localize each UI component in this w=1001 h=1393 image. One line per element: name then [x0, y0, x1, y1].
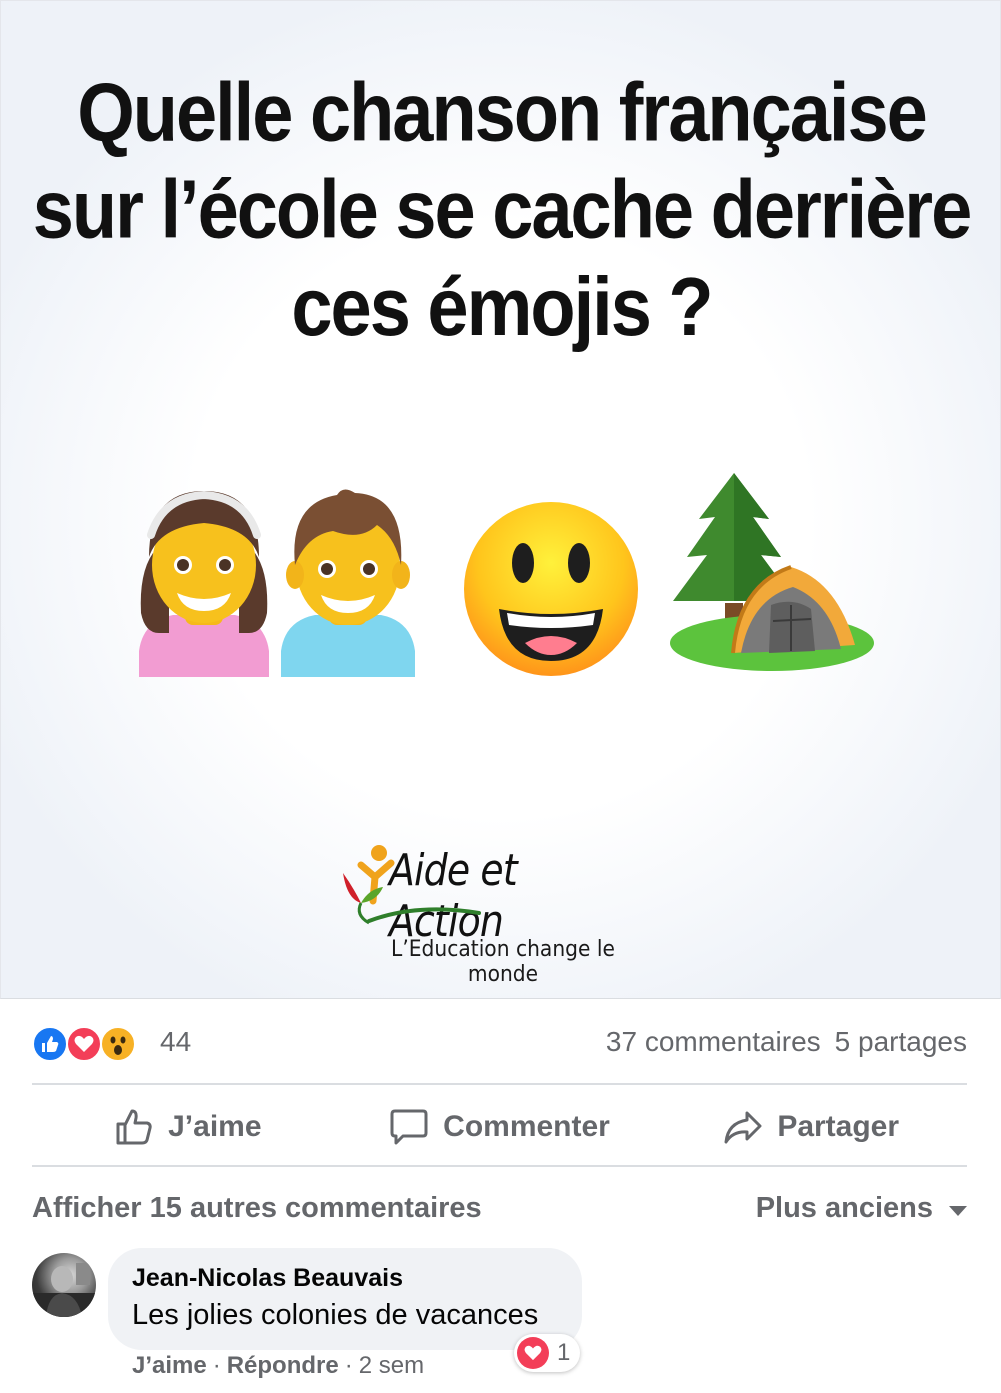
love-reaction-icon — [517, 1337, 549, 1369]
thumbs-up-icon — [116, 1109, 152, 1145]
avatar-photo — [32, 1263, 96, 1317]
comment-actions: J’aime · Répondre · 2 sem — [132, 1352, 424, 1380]
divider-bottom — [32, 1165, 967, 1167]
post-action-bar: J’aime Commenter Partager — [32, 1088, 967, 1166]
comment-timestamp[interactable]: 2 sem — [359, 1352, 424, 1379]
caret-down-icon — [949, 1205, 967, 1216]
logo-swoosh-icon — [367, 907, 481, 923]
quiz-title-line-2: sur l’école se cache derrière — [32, 162, 973, 256]
quiz-title-line-1: Quelle chanson française — [77, 65, 928, 159]
aide-et-action-logo: Aide et Action L’Education change le mon… — [331, 839, 671, 987]
love-reaction-icon — [66, 1026, 102, 1062]
quiz-title-line-3: ces émojis ? — [291, 260, 713, 354]
quiz-title: Quelle chanson française sur l’école se … — [1, 63, 1000, 355]
share-count-link[interactable]: 5 partages — [835, 1026, 967, 1057]
reaction-count[interactable]: 44 — [160, 1026, 191, 1058]
comment-reaction-badge[interactable]: 1 — [514, 1334, 580, 1372]
post-image[interactable]: Quelle chanson française sur l’école se … — [0, 0, 1001, 999]
comment-button[interactable]: Commenter — [344, 1088, 656, 1166]
post-stats-right: 37 commentaires 5 partages — [606, 1026, 967, 1058]
comment-count-link[interactable]: 37 commentaires — [606, 1026, 821, 1057]
comment-like-link[interactable]: J’aime — [132, 1352, 207, 1379]
comment-reaction-count: 1 — [557, 1339, 571, 1366]
like-reaction-icon — [32, 1026, 68, 1062]
avatar[interactable] — [32, 1253, 96, 1317]
comment-text: Les jolies colonies de vacances — [132, 1299, 539, 1331]
comment-bubble[interactable]: Jean-Nicolas Beauvais Les jolies colonie… — [108, 1248, 582, 1350]
post-stats-bar: 44 37 commentaires 5 partages — [32, 1016, 967, 1072]
logo-name: Aide et Action — [389, 845, 518, 947]
comment-reply-link[interactable]: Répondre — [227, 1352, 339, 1379]
wow-reaction-icon — [100, 1026, 136, 1062]
like-button-label: J’aime — [168, 1110, 262, 1143]
boy-emoji — [281, 489, 415, 677]
tent-emoji — [670, 565, 874, 671]
comment-bubble-icon — [390, 1109, 428, 1145]
separator-dot: · — [344, 1352, 353, 1379]
comment-sort-dropdown[interactable]: Plus anciens — [756, 1192, 967, 1225]
comment-button-label: Commenter — [443, 1110, 610, 1143]
view-more-comments-link[interactable]: Afficher 15 autres commentaires — [32, 1192, 482, 1225]
separator-dot: · — [212, 1352, 221, 1379]
comment-author[interactable]: Jean-Nicolas Beauvais — [132, 1264, 558, 1293]
divider-top — [32, 1083, 967, 1085]
comments-header: Afficher 15 autres commentaires Plus anc… — [32, 1188, 967, 1232]
like-button[interactable]: J’aime — [32, 1088, 344, 1166]
share-button[interactable]: Partager — [655, 1088, 967, 1166]
girl-emoji — [139, 490, 269, 677]
share-arrow-icon — [724, 1111, 762, 1144]
share-button-label: Partager — [777, 1110, 900, 1143]
comment-sort-label: Plus anciens — [755, 1192, 933, 1224]
grinning-face-emoji — [464, 502, 638, 676]
logo-tagline: L’Education change le monde — [391, 937, 615, 987]
